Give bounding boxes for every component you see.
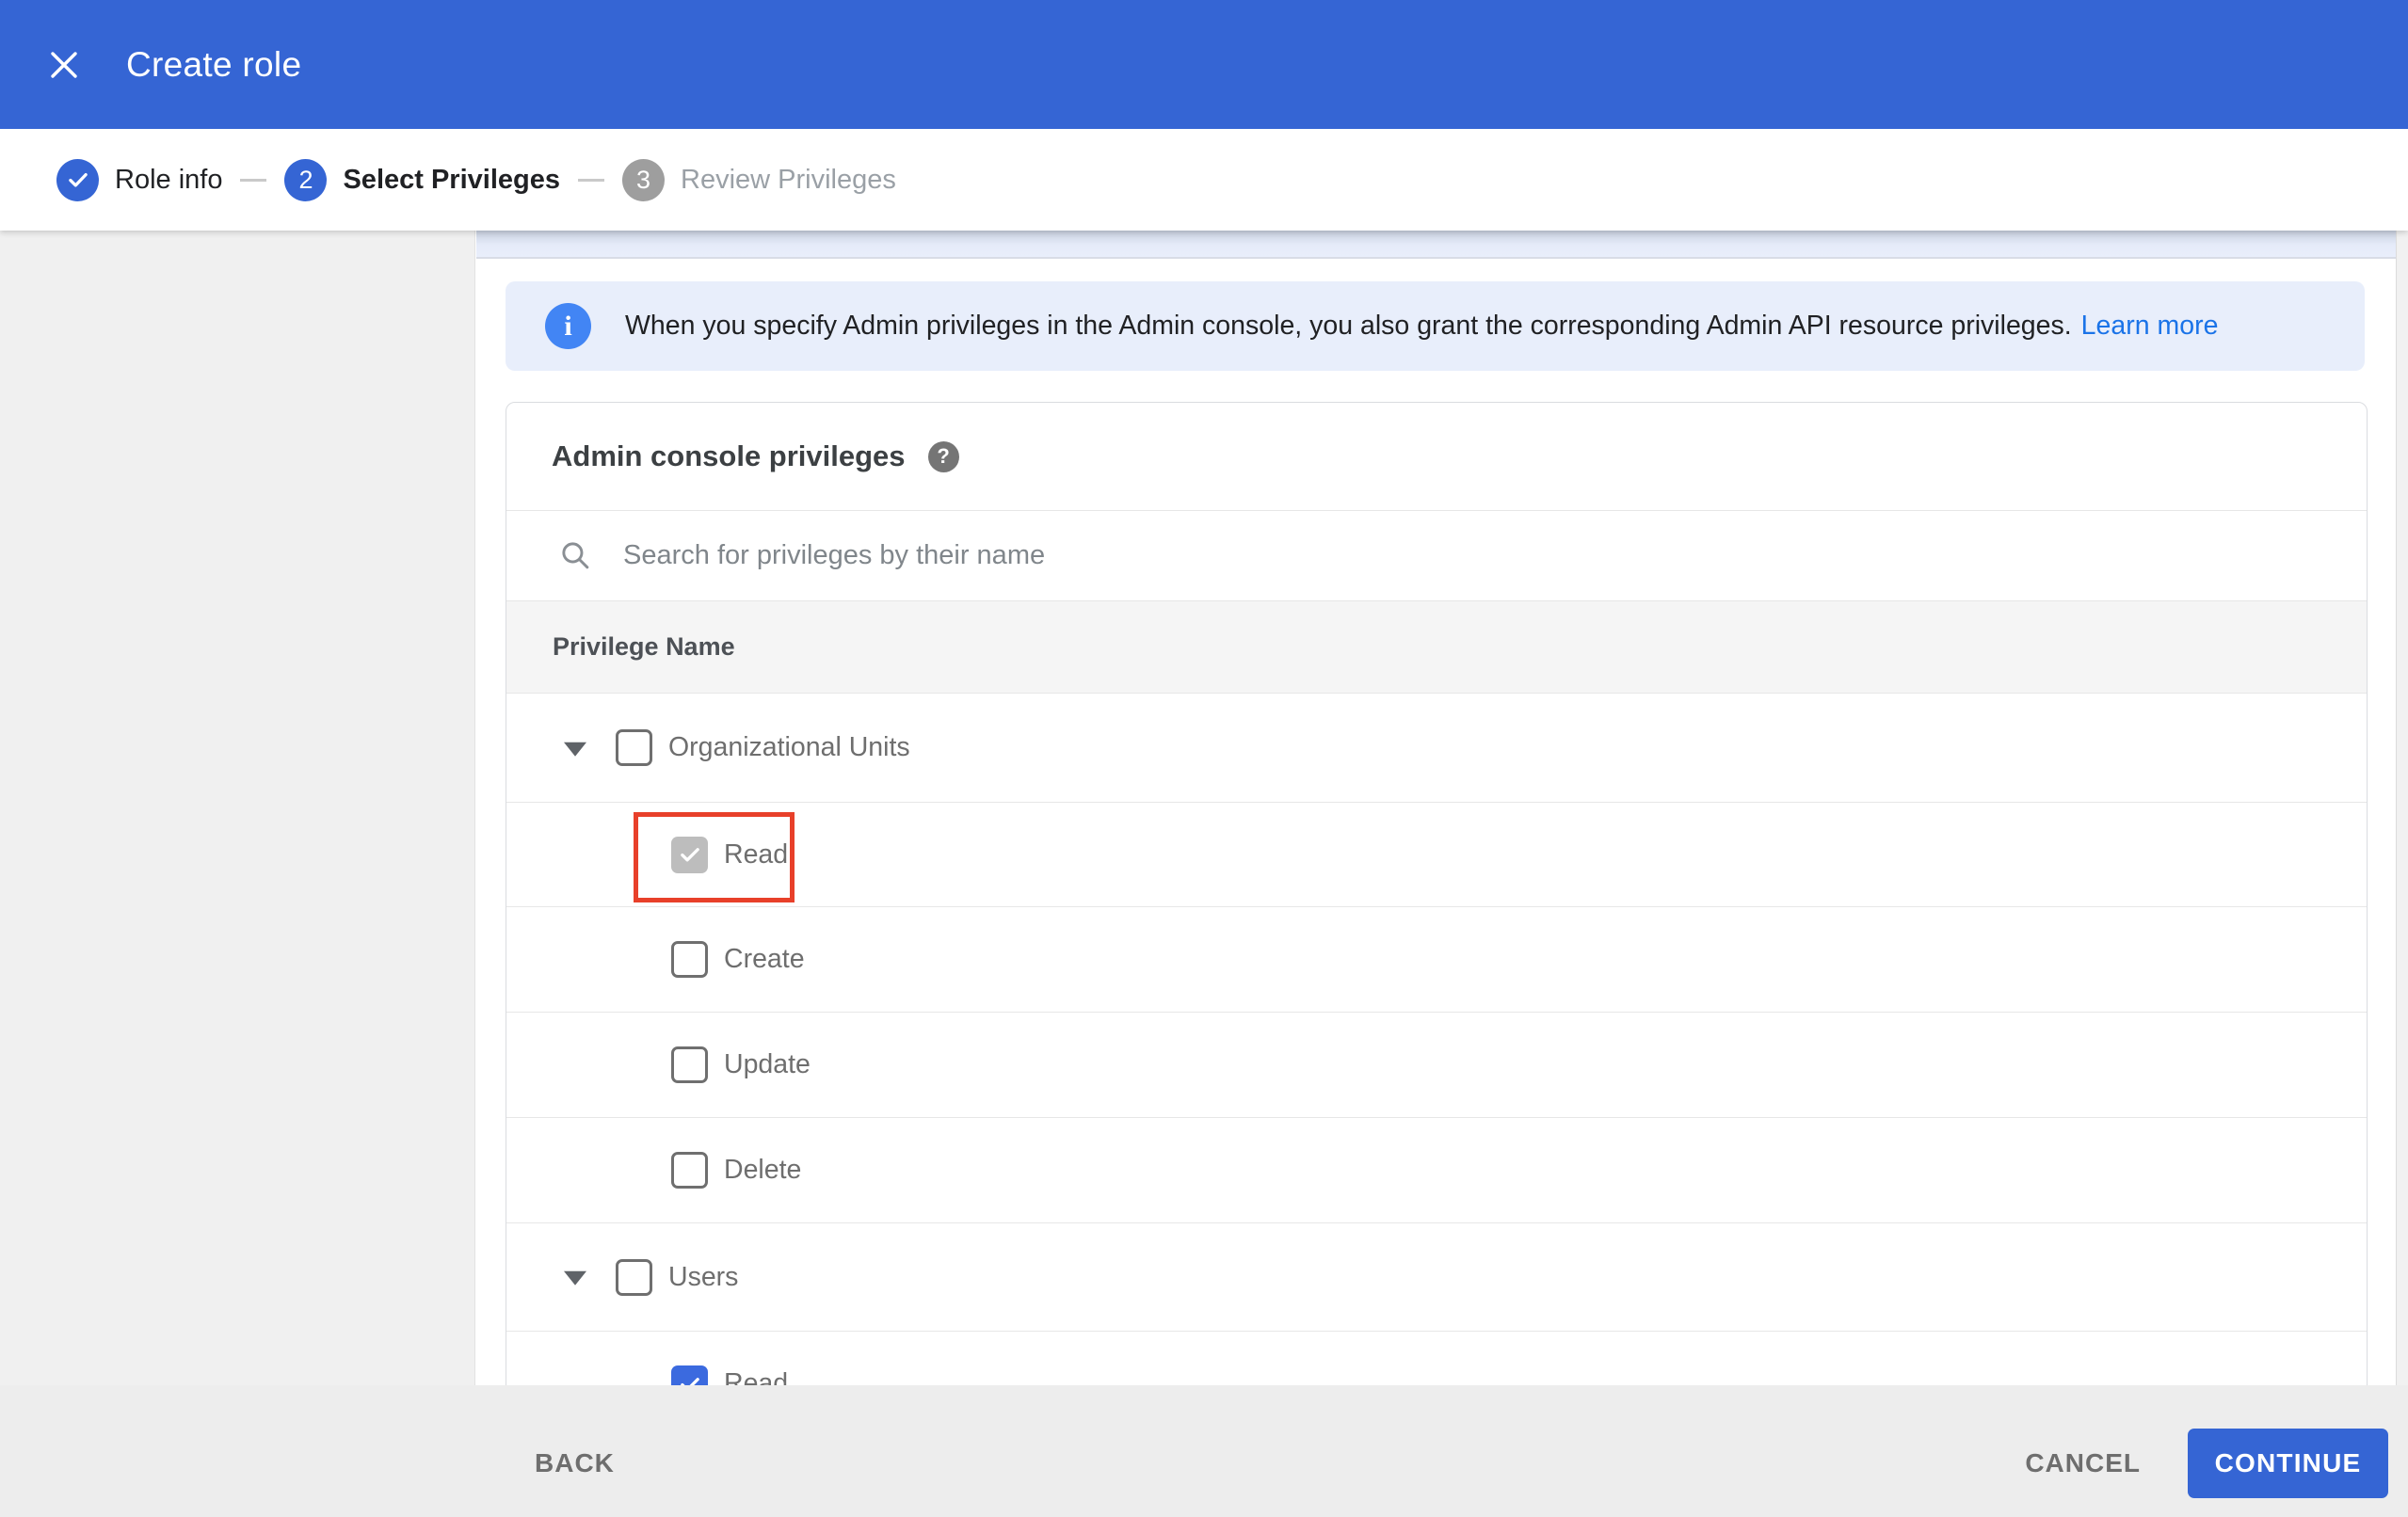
info-banner: i When you specify Admin privileges in t… xyxy=(506,281,2365,371)
scrolled-content-edge xyxy=(476,231,2408,259)
step-label: Role info xyxy=(115,164,223,195)
step-check-icon xyxy=(56,158,99,201)
chevron-down-icon[interactable] xyxy=(564,1270,586,1285)
table-column-header: Privilege Name xyxy=(506,601,2367,694)
step-role-info[interactable]: Role info xyxy=(56,158,223,201)
privilege-checkbox[interactable] xyxy=(671,836,708,873)
close-icon[interactable] xyxy=(43,44,85,86)
step-number: 3 xyxy=(622,158,665,201)
help-icon[interactable]: ? xyxy=(927,440,959,472)
search-icon xyxy=(562,542,589,569)
stepper: Role info 2 Select Privileges 3 Review P… xyxy=(0,129,2408,231)
table-row: Delete xyxy=(506,1118,2367,1223)
app-bar: Create role xyxy=(0,0,2408,129)
page-title: Create role xyxy=(126,44,302,84)
privilege-label: Organizational Units xyxy=(668,732,910,762)
card-heading: Admin console privileges ? xyxy=(506,403,2367,511)
privilege-checkbox[interactable] xyxy=(671,941,708,978)
search-row xyxy=(506,511,2367,601)
privilege-label: Delete xyxy=(724,1155,802,1185)
step-number: 2 xyxy=(284,158,328,201)
privileges-card: Admin console privileges ? Privilege Nam… xyxy=(506,402,2368,1442)
step-review-privileges[interactable]: 3 Review Privileges xyxy=(622,158,896,201)
privilege-checkbox[interactable] xyxy=(616,729,652,766)
create-role-dialog: Create role Role info 2 Select Privilege… xyxy=(0,0,2408,1517)
table-row: Users xyxy=(506,1223,2367,1332)
privilege-checkbox[interactable] xyxy=(616,1258,652,1296)
privilege-checkbox[interactable] xyxy=(671,1152,708,1189)
step-divider xyxy=(240,178,267,182)
step-label: Review Privileges xyxy=(681,164,896,195)
table-row: Update xyxy=(506,1013,2367,1118)
privilege-checkbox[interactable] xyxy=(671,1046,708,1083)
privilege-rows: Organizational Units Read Create Update … xyxy=(506,694,2367,1437)
table-row: Organizational Units xyxy=(506,694,2367,803)
main-content: i When you specify Admin privileges in t… xyxy=(476,231,2408,1442)
continue-button[interactable]: CONTINUE xyxy=(2188,1429,2388,1498)
banner-text: When you specify Admin privileges in the… xyxy=(625,311,2072,341)
search-input[interactable] xyxy=(621,539,2367,572)
table-row: Read xyxy=(506,803,2367,907)
step-select-privileges[interactable]: 2 Select Privileges xyxy=(284,158,560,201)
info-icon: i xyxy=(545,303,591,349)
privilege-label: Read xyxy=(724,838,789,870)
back-button[interactable]: BACK xyxy=(523,1429,626,1498)
learn-more-link[interactable]: Learn more xyxy=(2081,311,2219,342)
privilege-label: Users xyxy=(668,1261,739,1292)
card-title: Admin console privileges xyxy=(552,439,906,472)
vertical-scrollbar[interactable] xyxy=(2396,231,2408,1385)
footer-bar: BACK CANCEL CONTINUE xyxy=(0,1385,2408,1517)
table-row: Create xyxy=(506,907,2367,1013)
left-panel xyxy=(0,231,475,1385)
chevron-down-icon[interactable] xyxy=(564,742,586,757)
privilege-label: Create xyxy=(724,944,805,974)
step-divider xyxy=(578,178,604,182)
step-label: Select Privileges xyxy=(343,164,560,195)
privilege-label: Update xyxy=(724,1049,811,1079)
cancel-button[interactable]: CANCEL xyxy=(2014,1429,2152,1498)
